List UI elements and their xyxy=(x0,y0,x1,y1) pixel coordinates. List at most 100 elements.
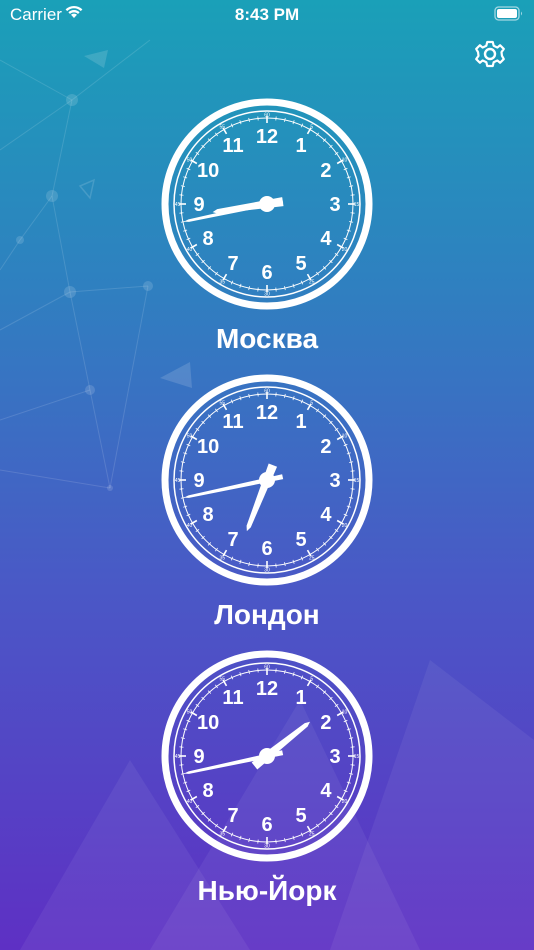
minute-tick xyxy=(349,737,354,739)
clock-center-pin xyxy=(259,472,275,488)
gear-icon xyxy=(475,40,505,68)
minute-tick xyxy=(248,117,250,122)
hour-numeral: 1 xyxy=(295,135,306,157)
minute-numeral: 20 xyxy=(342,799,348,805)
minute-numeral: 40 xyxy=(187,799,193,805)
minute-numeral: 50 xyxy=(187,433,193,439)
analog-clock-moscow: 60510152025303540455055 12 1234567891011 xyxy=(161,98,373,310)
hour-numeral: 9 xyxy=(193,746,204,768)
minute-tick xyxy=(349,497,354,499)
minute-numeral: 55 xyxy=(219,400,225,406)
analog-clock-london: 60510152025303540455055 12 1234567891011 xyxy=(161,374,373,586)
minute-numeral: 15 xyxy=(354,202,360,208)
minute-numeral: 10 xyxy=(342,157,348,163)
hour-numeral: 9 xyxy=(193,194,204,216)
hour-numeral: 1 xyxy=(295,687,306,709)
minute-numeral: 5 xyxy=(310,400,313,406)
status-time: 8:43 PM xyxy=(234,5,300,24)
minute-numeral: 35 xyxy=(219,280,225,286)
hour-numeral: 12 xyxy=(256,678,278,700)
hour-numeral: 11 xyxy=(222,135,243,157)
minute-numeral: 50 xyxy=(187,709,193,715)
minute-numeral: 45 xyxy=(175,754,181,760)
minute-numeral: 20 xyxy=(342,247,348,253)
minute-tick xyxy=(349,773,354,775)
minute-tick xyxy=(180,461,185,463)
hour-numeral: 7 xyxy=(227,805,238,827)
hour-numeral: 12 xyxy=(256,126,278,148)
minute-tick xyxy=(284,838,286,843)
minute-numeral: 25 xyxy=(309,832,315,838)
minute-numeral: 55 xyxy=(219,676,225,682)
minute-numeral: 30 xyxy=(264,844,270,850)
minute-numeral: 30 xyxy=(264,292,270,298)
minute-tick xyxy=(248,393,250,398)
minute-numeral: 10 xyxy=(342,433,348,439)
minute-tick xyxy=(284,562,286,567)
status-bar: Carrier 8:43 PM xyxy=(0,0,534,30)
minute-numeral: 40 xyxy=(187,247,193,253)
clock-center-pin xyxy=(259,196,275,212)
minute-numeral: 60 xyxy=(264,113,270,119)
hour-numeral: 5 xyxy=(295,253,306,275)
minute-tick xyxy=(248,562,250,567)
minute-tick xyxy=(284,117,286,122)
hour-numeral: 7 xyxy=(227,529,238,551)
hour-numeral: 8 xyxy=(203,504,214,526)
hour-numeral: 3 xyxy=(329,746,340,768)
hour-numeral: 11 xyxy=(222,687,243,709)
hour-numeral: 4 xyxy=(320,504,332,526)
hour-numeral: 10 xyxy=(197,436,219,458)
hour-numeral: 6 xyxy=(261,262,272,284)
hour-numeral: 4 xyxy=(320,228,332,250)
minute-tick xyxy=(180,185,185,187)
hour-numeral: 6 xyxy=(261,814,272,836)
minute-numeral: 15 xyxy=(354,478,360,484)
minute-tick xyxy=(180,737,185,739)
hour-numeral: 10 xyxy=(197,712,219,734)
minute-numeral: 30 xyxy=(264,568,270,574)
minute-numeral: 60 xyxy=(264,389,270,395)
minute-numeral: 35 xyxy=(219,832,225,838)
minute-tick xyxy=(349,221,354,223)
minute-tick xyxy=(349,461,354,463)
settings-button[interactable] xyxy=(472,36,508,72)
city-name: Нью-Йорк xyxy=(197,875,337,906)
minute-tick xyxy=(284,286,286,291)
minute-numeral: 60 xyxy=(264,665,270,671)
minute-numeral: 45 xyxy=(175,202,181,208)
minute-tick xyxy=(284,393,286,398)
hour-numeral: 9 xyxy=(193,470,204,492)
hour-numeral: 4 xyxy=(320,780,332,802)
city-name: Лондон xyxy=(214,599,320,630)
minute-numeral: 20 xyxy=(342,523,348,529)
minute-tick xyxy=(284,669,286,674)
minute-numeral: 25 xyxy=(309,556,315,562)
minute-numeral: 10 xyxy=(342,709,348,715)
hour-numeral: 7 xyxy=(227,253,238,275)
minute-numeral: 50 xyxy=(187,157,193,163)
minute-numeral: 55 xyxy=(219,124,225,130)
hour-numeral: 10 xyxy=(197,160,219,182)
city-name: Москва xyxy=(215,323,319,354)
hour-numeral: 5 xyxy=(295,805,306,827)
minute-numeral: 35 xyxy=(219,556,225,562)
minute-tick xyxy=(248,669,250,674)
clock-center-pin xyxy=(259,748,275,764)
hour-numeral: 12 xyxy=(256,402,278,424)
battery-icon xyxy=(494,6,522,21)
minute-numeral: 25 xyxy=(309,280,315,286)
hour-numeral: 8 xyxy=(203,228,214,250)
minute-numeral: 40 xyxy=(187,523,193,529)
minute-tick xyxy=(349,185,354,187)
hour-numeral: 2 xyxy=(320,160,331,182)
hour-numeral: 6 xyxy=(261,538,272,560)
hour-numeral: 3 xyxy=(329,194,340,216)
hour-numeral: 11 xyxy=(222,411,243,433)
minute-numeral: 45 xyxy=(175,478,181,484)
hour-numeral: 8 xyxy=(203,780,214,802)
minute-tick xyxy=(248,286,250,291)
hour-numeral: 3 xyxy=(329,470,340,492)
hour-numeral: 2 xyxy=(320,712,331,734)
hour-numeral: 5 xyxy=(295,529,306,551)
